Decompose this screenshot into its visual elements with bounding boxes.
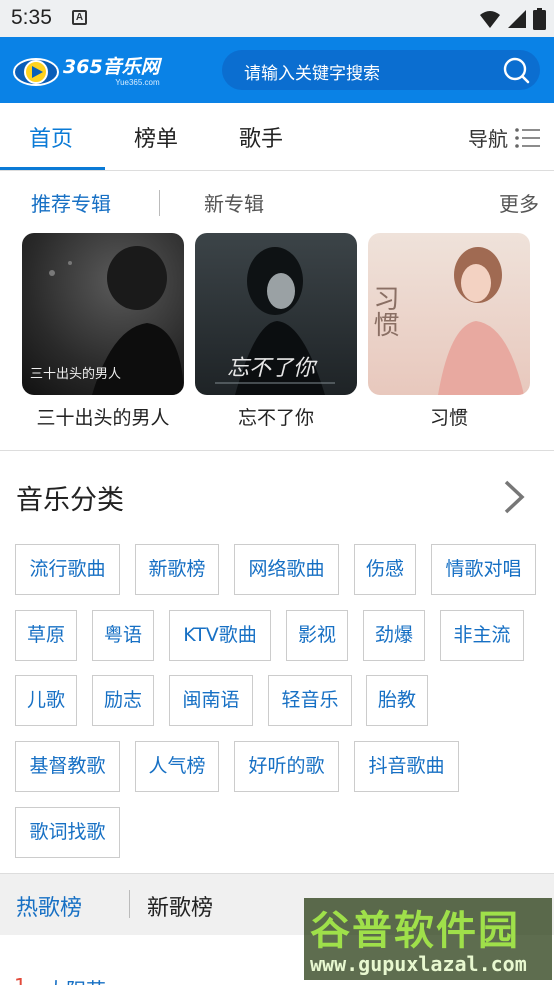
menu-icon <box>515 127 540 148</box>
notification-icon: A <box>72 10 87 25</box>
album-cover-art: 忘不了你 <box>215 247 335 395</box>
category-tag[interactable]: 网络歌曲 <box>234 544 339 595</box>
watermark-url: www.gupuxlazal.com <box>310 952 527 976</box>
album-cover[interactable]: 忘不了你 <box>195 233 357 395</box>
wifi-icon <box>480 11 500 28</box>
album-name: 三十出头的男人 <box>36 407 170 429</box>
logo-icon <box>13 58 59 86</box>
category-tag[interactable]: 情歌对唱 <box>431 544 536 595</box>
tab-recommended-albums[interactable]: 推荐专辑 <box>31 188 111 217</box>
album-cover-art: 习惯 <box>369 247 524 395</box>
album-card[interactable]: 忘不了你 忘不了你 <box>195 233 357 430</box>
tab-separator <box>159 190 160 216</box>
watermark: 谷普软件园 www.gupuxlazal.com <box>304 898 552 980</box>
nav-label: 导航 <box>468 127 508 151</box>
tab-new-albums[interactable]: 新专辑 <box>204 188 264 217</box>
album-cover[interactable]: 三十出头的男人 <box>22 233 184 395</box>
category-tag[interactable]: 流行歌曲 <box>15 544 120 595</box>
search-bar[interactable]: 请输入关键字搜索 <box>222 50 540 90</box>
logo-domain: Yue365.com <box>115 77 160 87</box>
song-title[interactable]: 大阳花 <box>46 974 106 985</box>
search-icon[interactable] <box>502 56 530 84</box>
tab-singers[interactable]: 歌手 <box>239 121 283 153</box>
site-logo[interactable]: 365音乐网 Yue365.com <box>13 52 160 90</box>
album-cover-art: 三十出头的男人 <box>30 246 184 395</box>
status-bar: 5:35 A <box>0 0 554 37</box>
album-cover[interactable]: 习惯 <box>368 233 530 395</box>
category-tag[interactable]: 伤感 <box>354 544 416 595</box>
song-rank: 1 <box>14 974 27 985</box>
category-tag[interactable]: 影视 <box>286 610 348 661</box>
album-name: 习惯 <box>429 407 468 429</box>
category-tag[interactable]: 抖音歌曲 <box>354 741 459 792</box>
more-link[interactable]: 更多 <box>499 188 539 217</box>
tab-hot-songs[interactable]: 热歌榜 <box>16 890 82 922</box>
logo-text: 365音乐网 <box>63 55 160 78</box>
category-tag[interactable]: 人气榜 <box>135 741 219 792</box>
tab-new-songs[interactable]: 新歌榜 <box>147 890 213 922</box>
battery-icon <box>533 8 546 30</box>
search-input[interactable]: 请输入关键字搜索 <box>244 59 380 84</box>
category-tag[interactable]: 儿歌 <box>15 675 77 726</box>
watermark-text: 谷普软件园 <box>310 908 520 954</box>
category-tag[interactable]: 非主流 <box>440 610 524 661</box>
categories-title: 音乐分类 <box>16 485 124 516</box>
tab-charts[interactable]: 榜单 <box>134 121 178 153</box>
category-tag[interactable]: KTV歌曲 <box>169 610 271 661</box>
category-tag[interactable]: 闽南语 <box>169 675 253 726</box>
system-icons <box>479 7 546 31</box>
tab-home[interactable]: 首页 <box>29 121 73 153</box>
signal-icon <box>508 10 526 28</box>
category-tag[interactable]: 草原 <box>15 610 77 661</box>
status-time: 5:35 <box>11 6 52 29</box>
app-header: 365音乐网 Yue365.com 请输入关键字搜索 <box>0 37 554 103</box>
section-divider <box>0 450 554 451</box>
category-tag[interactable]: 励志 <box>92 675 154 726</box>
albums-header: 推荐专辑 新专辑 更多 <box>0 172 554 232</box>
album-name: 忘不了你 <box>237 407 314 429</box>
album-card[interactable]: 习惯 习惯 <box>368 233 530 430</box>
tab-separator <box>129 890 130 918</box>
category-tag[interactable]: 好听的歌 <box>234 741 339 792</box>
category-tag[interactable]: 新歌榜 <box>135 544 219 595</box>
category-tag[interactable]: 歌词找歌 <box>15 807 120 858</box>
category-tag[interactable]: 基督教歌 <box>15 741 120 792</box>
category-tag[interactable]: 胎教 <box>366 675 428 726</box>
main-tabs: 首页 榜单 歌手 导航 <box>0 103 554 171</box>
nav-button[interactable]: 导航 <box>468 123 540 152</box>
category-tag[interactable]: 粤语 <box>92 610 154 661</box>
chevron-right-icon[interactable] <box>500 478 528 516</box>
album-card[interactable]: 三十出头的男人 三十出头的男人 <box>22 233 184 430</box>
cover-title-text: 三十出头的男人 <box>30 366 121 382</box>
cover-title-text: 习惯 <box>369 285 399 337</box>
active-tab-indicator <box>0 167 105 170</box>
category-tag[interactable]: 轻音乐 <box>268 675 352 726</box>
category-tag[interactable]: 劲爆 <box>363 610 425 661</box>
cover-title-text: 忘不了你 <box>227 356 318 381</box>
